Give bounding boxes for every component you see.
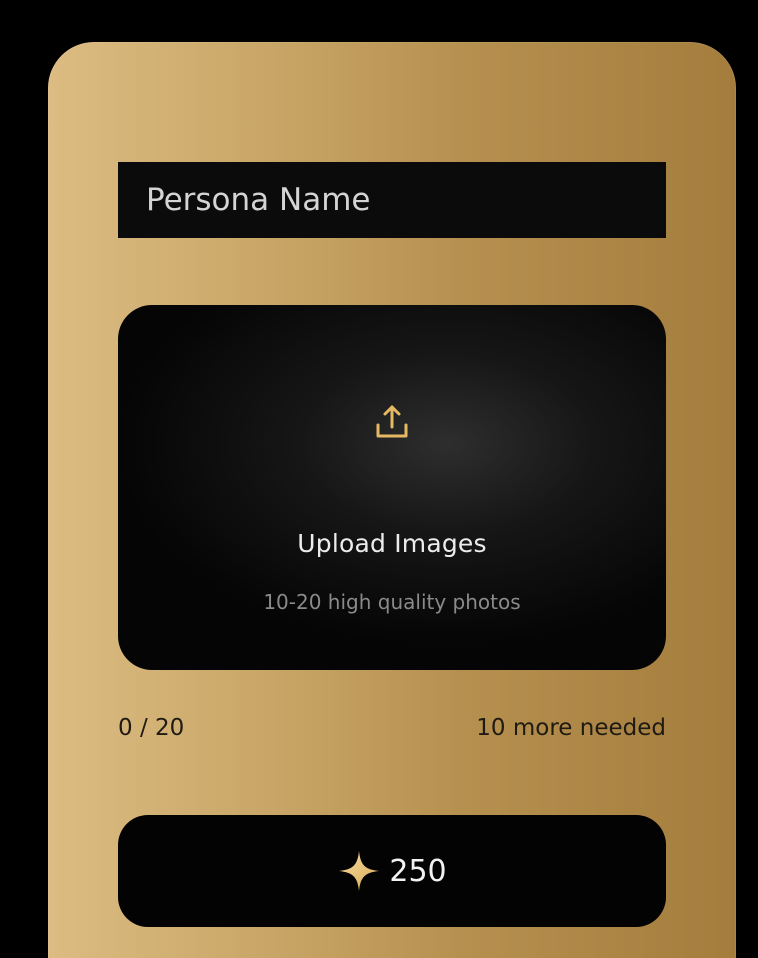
cta-content: 250: [337, 849, 447, 893]
sparkle-icon: [339, 851, 380, 891]
persona-name-field[interactable]: [118, 162, 666, 238]
upload-title: Upload Images: [297, 529, 487, 558]
upload-icon: [376, 405, 408, 438]
credit-cost: 250: [389, 853, 447, 889]
create-persona-button[interactable]: 250: [118, 815, 666, 927]
screen: Upload Images 10-20 high quality photos …: [0, 0, 758, 958]
persona-name-input[interactable]: [146, 182, 666, 218]
upload-images-dropzone[interactable]: Upload Images 10-20 high quality photos: [118, 305, 666, 670]
upload-subtitle: 10-20 high quality photos: [263, 590, 521, 614]
images-needed-label: 10 more needed: [476, 715, 666, 741]
image-count-row: 0 / 20 10 more needed: [118, 712, 666, 744]
image-count: 0 / 20: [118, 715, 185, 741]
